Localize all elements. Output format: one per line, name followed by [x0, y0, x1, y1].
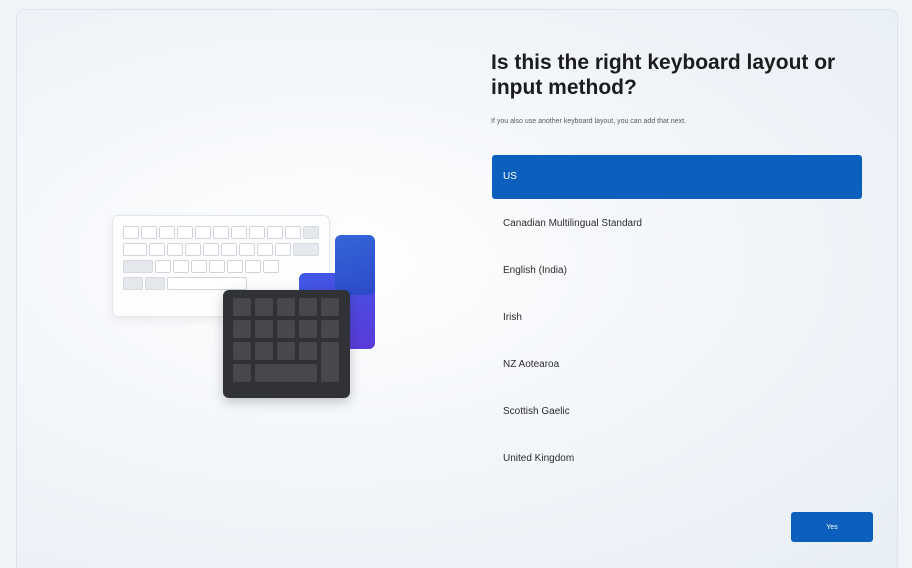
page-title: Is this the right keyboard layout or inp… [491, 51, 836, 99]
layout-option-us[interactable]: US [492, 155, 862, 199]
layout-option-label: Canadian Multilingual Standard [503, 218, 642, 229]
layout-option-irish[interactable]: Irish [492, 296, 862, 340]
layout-option-label: US [503, 171, 517, 182]
layout-option-label: Irish [503, 312, 522, 323]
layout-option-scottish-gaelic[interactable]: Scottish Gaelic [492, 390, 862, 434]
keyboard-illustration [112, 215, 382, 405]
blue-card-graphic [335, 235, 375, 295]
layout-option-canadian-multilingual-standard[interactable]: Canadian Multilingual Standard [492, 202, 862, 246]
content-panel: Is this the right keyboard layout or inp… [491, 50, 871, 125]
setup-window: Is this the right keyboard layout or inp… [17, 10, 897, 568]
layout-option-label: English (India) [503, 265, 567, 276]
layout-option-label: NZ Aotearoa [503, 359, 560, 370]
layout-option-nz-aotearoa[interactable]: NZ Aotearoa [492, 343, 862, 387]
layout-option-united-kingdom[interactable]: United Kingdom [492, 437, 862, 481]
page-subtitle: If you also use another keyboard layout,… [491, 118, 686, 125]
layout-option-english-india[interactable]: English (India) [492, 249, 862, 293]
yes-button[interactable]: Yes [791, 512, 873, 542]
layout-option-label: Scottish Gaelic [503, 406, 570, 417]
numpad-graphic [223, 290, 350, 398]
layout-option-label: United Kingdom [503, 453, 575, 464]
keyboard-layout-list: US Canadian Multilingual Standard Englis… [492, 155, 862, 484]
